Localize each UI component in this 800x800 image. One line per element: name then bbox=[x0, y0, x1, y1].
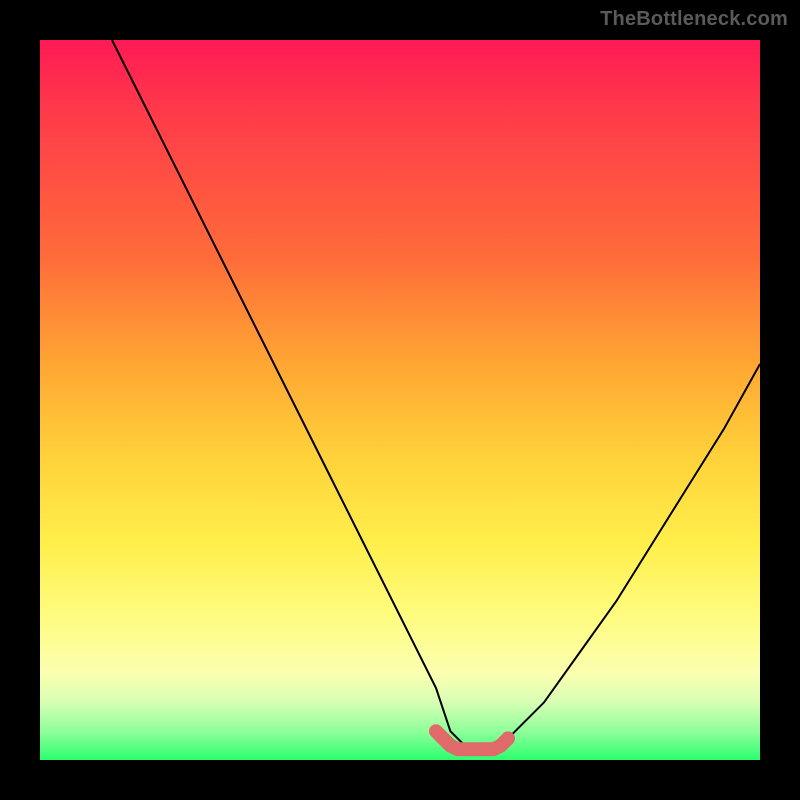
plot-area bbox=[40, 40, 760, 760]
watermark-text: TheBottleneck.com bbox=[600, 8, 788, 31]
bottleneck-curve bbox=[112, 40, 760, 753]
chart-frame: TheBottleneck.com bbox=[0, 0, 800, 800]
optimal-band bbox=[436, 731, 508, 749]
curves-svg bbox=[40, 40, 760, 760]
